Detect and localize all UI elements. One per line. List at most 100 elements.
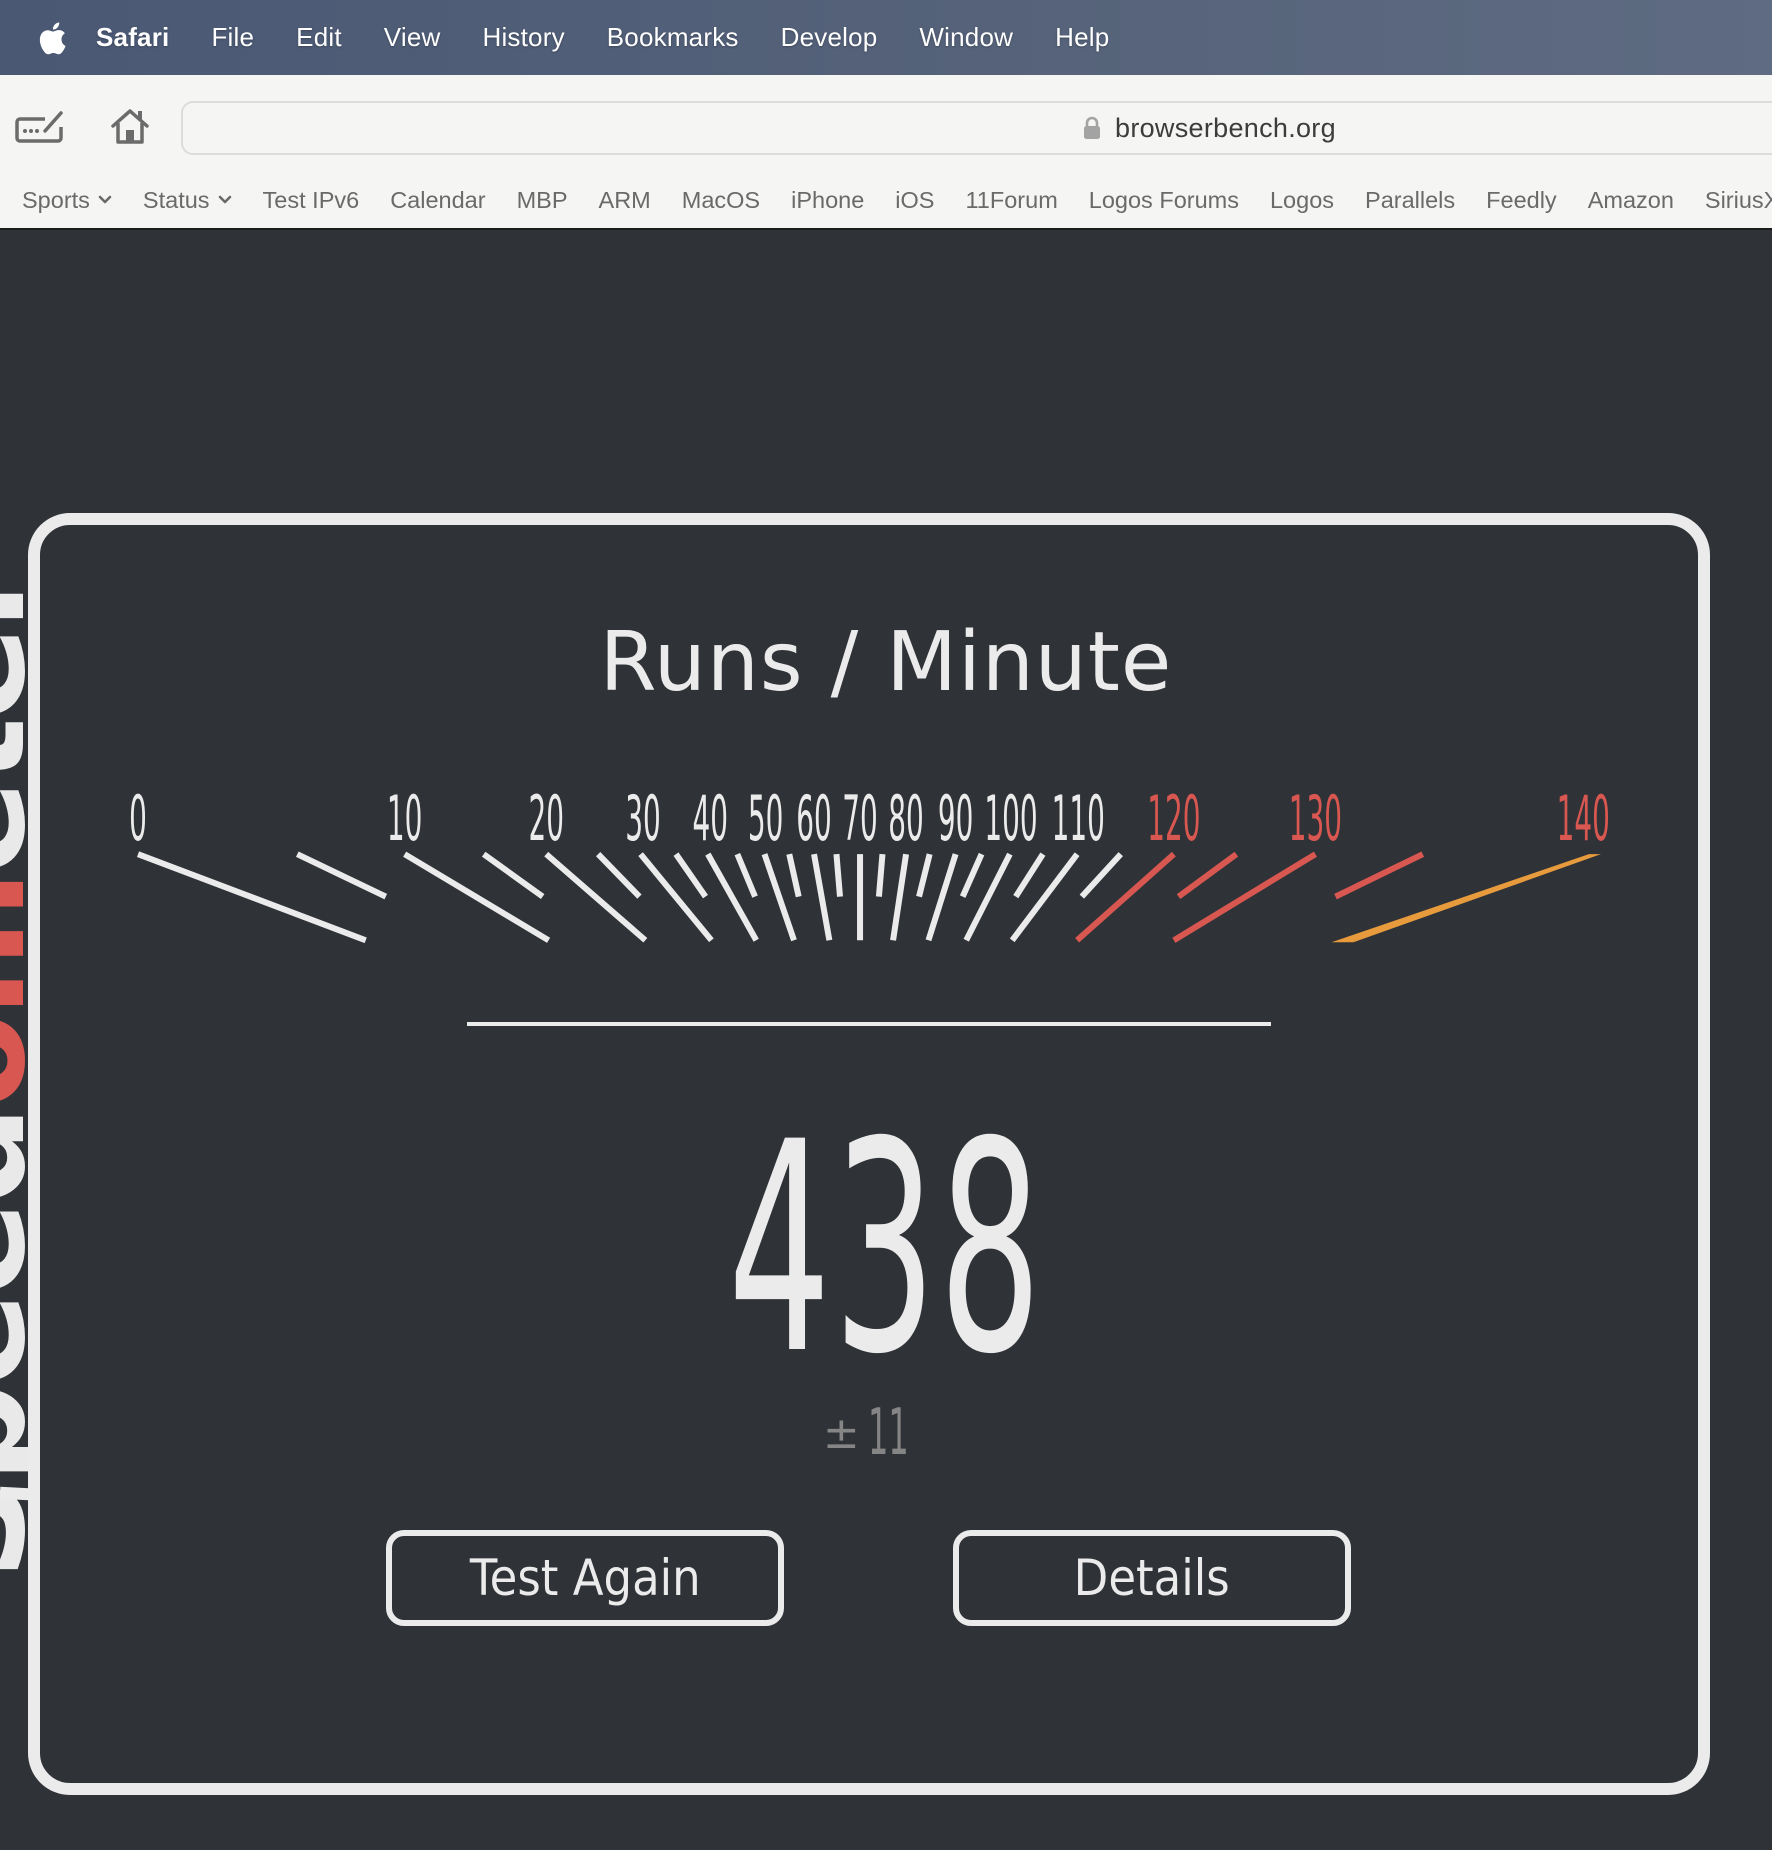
- bookmark-iphone[interactable]: iPhone: [791, 187, 864, 214]
- bookmark-label: SiriusXM: [1704, 186, 1772, 213]
- home-button[interactable]: [108, 105, 152, 149]
- major-tick-80: [890, 853, 910, 941]
- bookmark-test-ipv6[interactable]: Test IPv6: [263, 187, 360, 214]
- minor-tick-135: [1334, 851, 1425, 900]
- minor-tick-55: [786, 853, 802, 898]
- menu-view[interactable]: View: [384, 22, 441, 53]
- bookmark-label: Sports: [22, 186, 90, 213]
- score-value: 438: [727, 1081, 1045, 1418]
- error-value: 11: [867, 1396, 909, 1470]
- tick-label-120: 120: [1147, 783, 1200, 855]
- major-tick-90: [925, 853, 959, 942]
- minor-tick-35: [673, 852, 708, 899]
- bookmark-label: Status: [142, 186, 210, 213]
- major-tick-0: [136, 851, 367, 944]
- bookmark-label: Logos Forums: [1088, 186, 1239, 213]
- major-tick-110: [1009, 852, 1080, 943]
- minor-tick-125: [1176, 851, 1239, 900]
- major-tick-120: [1075, 851, 1176, 943]
- tick-label-50: 50: [748, 783, 784, 855]
- minor-tick-65: [833, 853, 843, 897]
- bookmark-11forum[interactable]: 11Forum: [965, 187, 1057, 214]
- bookmark-label: Test IPv6: [262, 186, 360, 213]
- details-label: Details: [1073, 1549, 1231, 1607]
- minor-tick-115: [1079, 852, 1123, 899]
- bookmark-mbp[interactable]: MBP: [517, 187, 568, 214]
- tick-label-10: 10: [387, 783, 423, 855]
- major-tick-60: [811, 853, 833, 941]
- gauge-title: Runs / Minute: [599, 615, 1173, 710]
- minor-tick-85: [916, 853, 933, 898]
- bookmark-calendar[interactable]: Calendar: [390, 187, 485, 214]
- tick-label-140: 140: [1557, 783, 1610, 855]
- major-tick-130: [1172, 851, 1317, 943]
- tick-label-60: 60: [796, 783, 832, 855]
- minor-tick-15: [481, 851, 545, 900]
- bookmark-ios[interactable]: iOS: [895, 187, 934, 214]
- menu-help[interactable]: Help: [1055, 22, 1109, 53]
- tick-label-110: 110: [1052, 783, 1105, 855]
- bookmark-label: iOS: [895, 186, 935, 213]
- chevron-down-icon: [98, 195, 112, 205]
- address-bar[interactable]: browserbench.org: [181, 101, 1772, 155]
- major-tick-140: [1331, 854, 1601, 943]
- test-again-label: Test Again: [469, 1549, 701, 1607]
- score-error: ±11: [0, 1398, 1772, 1469]
- minor-tick-5: [296, 851, 388, 900]
- minor-tick-25: [595, 852, 642, 899]
- tick-label-0: 0: [129, 783, 147, 855]
- major-tick-20: [544, 851, 648, 943]
- minor-tick-105: [1013, 852, 1046, 899]
- bookmark-feedly[interactable]: Feedly: [1486, 187, 1557, 214]
- tick-label-80: 80: [888, 783, 924, 855]
- bookmark-logos-forums[interactable]: Logos Forums: [1089, 187, 1239, 214]
- tick-label-90: 90: [938, 783, 974, 855]
- plus-minus-sign: ±: [822, 1408, 860, 1459]
- menu-file[interactable]: File: [211, 22, 254, 53]
- sidebar-compose-icon: [15, 111, 65, 143]
- address-url: browserbench.org: [1115, 112, 1336, 143]
- bookmark-label: MBP: [516, 186, 568, 213]
- bookmark-label: MacOS: [681, 186, 761, 213]
- menu-window[interactable]: Window: [919, 22, 1013, 53]
- tick-label-100: 100: [984, 783, 1037, 855]
- tick-label-30: 30: [625, 783, 661, 855]
- bookmark-macos[interactable]: MacOS: [682, 187, 760, 214]
- bookmark-sports[interactable]: Sports: [22, 187, 112, 214]
- speedometer-gauge: 0 10 20 30 40 50 60 70 80 90 100 110 120 130 140: [129, 783, 1610, 944]
- browser-toolbar: browserbench.org Sports Status Test IPv6 Ca…: [0, 75, 1772, 230]
- bookmark-label: 11Forum: [965, 186, 1058, 213]
- apple-menu[interactable]: [30, 20, 74, 56]
- bookmark-parallels[interactable]: Parallels: [1365, 187, 1455, 214]
- test-again-button[interactable]: Test Again: [386, 1530, 784, 1626]
- chevron-down-icon: [218, 195, 232, 205]
- tick-label-70: 70: [842, 783, 878, 855]
- bookmark-amazon[interactable]: Amazon: [1588, 187, 1674, 214]
- minor-tick-75: [875, 853, 886, 897]
- tick-label-40: 40: [692, 783, 728, 855]
- bookmark-logos[interactable]: Logos: [1270, 187, 1334, 214]
- bookmark-label: Amazon: [1587, 186, 1674, 213]
- minor-tick-95: [959, 852, 985, 898]
- bookmark-arm[interactable]: ARM: [599, 187, 651, 214]
- menu-history[interactable]: History: [482, 22, 564, 53]
- bookmark-label: Calendar: [390, 186, 486, 213]
- address-content: browserbench.org: [1083, 103, 1336, 153]
- home-icon: [111, 109, 149, 144]
- details-button[interactable]: Details: [953, 1530, 1351, 1626]
- menu-edit[interactable]: Edit: [296, 22, 342, 53]
- bookmark-status[interactable]: Status: [143, 187, 232, 214]
- tick-label-20: 20: [528, 783, 564, 855]
- menu-develop[interactable]: Develop: [781, 22, 878, 53]
- menu-safari[interactable]: Safari: [96, 22, 169, 53]
- bookmarks-bar: Sports Status Test IPv6 Calendar MBP ARM MacOS…: [0, 175, 1772, 225]
- tick-label-130: 130: [1289, 783, 1342, 855]
- compose-button[interactable]: [14, 105, 68, 149]
- major-tick-40: [705, 852, 759, 942]
- major-tick-10: [403, 851, 551, 943]
- apple-logo-icon: [39, 21, 66, 54]
- bookmark-siriusxm[interactable]: SiriusXM: [1705, 187, 1772, 214]
- lock-icon: [1084, 116, 1100, 139]
- menu-bookmarks[interactable]: Bookmarks: [607, 22, 739, 53]
- major-tick-30: [638, 852, 714, 943]
